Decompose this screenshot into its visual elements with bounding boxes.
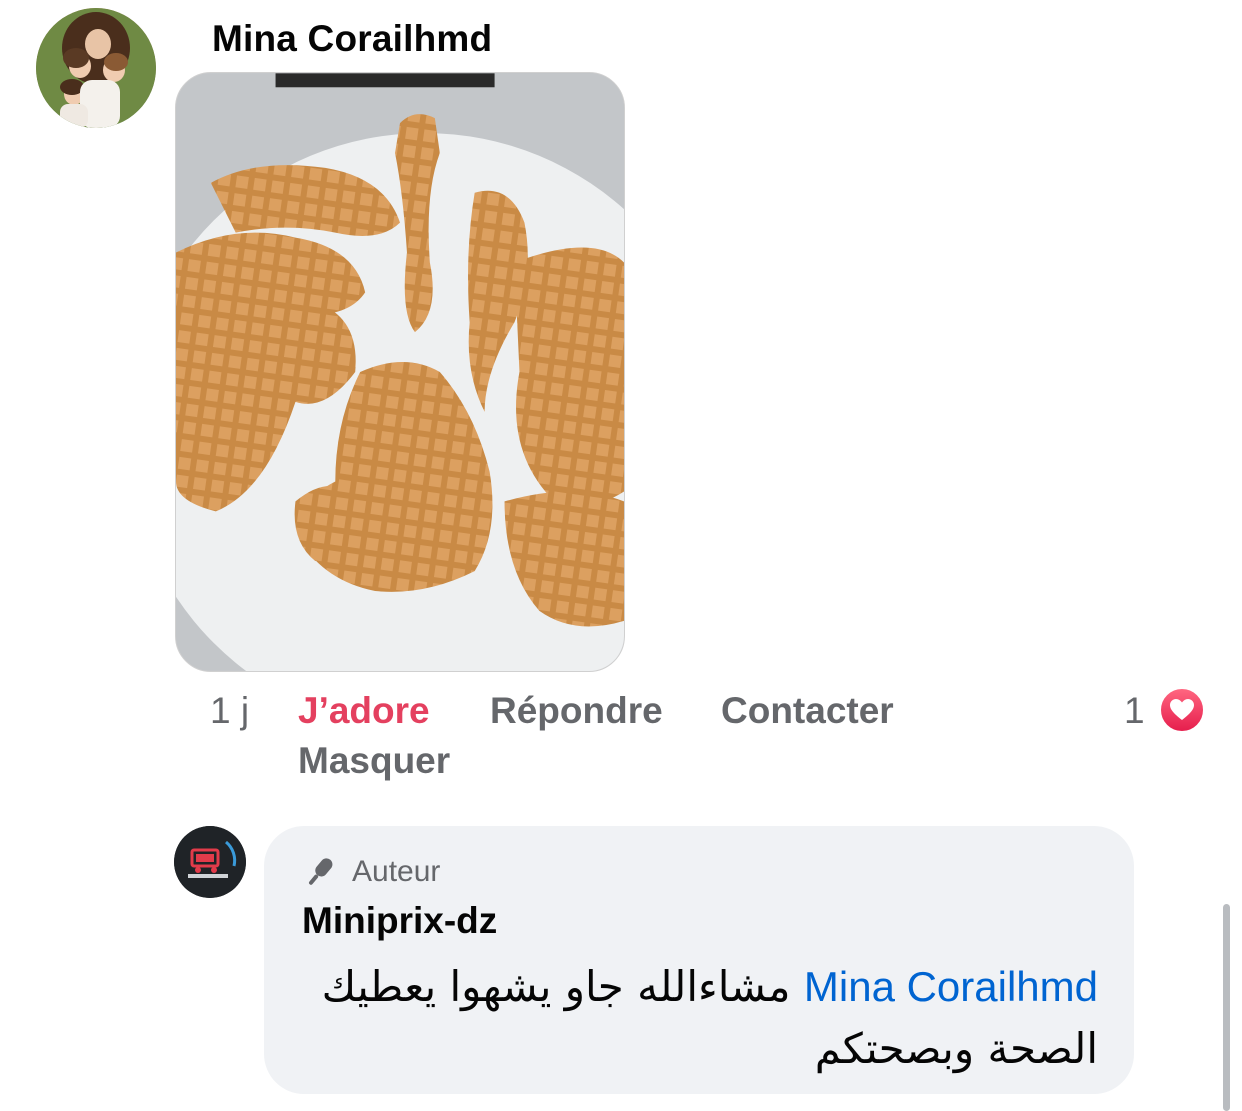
- waffles-photo-icon: [176, 73, 624, 671]
- reply-bubble: Auteur Miniprix-dz Mina Corailhmd مشاءال…: [264, 826, 1134, 1094]
- reaction-count[interactable]: 1: [1124, 690, 1145, 732]
- reply-text: Mina Corailhmd مشاءالله جاو يشهوا يعطيك …: [302, 956, 1098, 1080]
- heart-glyph-icon: [1170, 699, 1194, 720]
- scrollbar[interactable]: [1223, 904, 1230, 1111]
- heart-icon[interactable]: [1158, 686, 1206, 734]
- shop-logo-icon: [174, 826, 246, 898]
- reply-author-name[interactable]: Miniprix-dz: [302, 900, 497, 942]
- like-button[interactable]: J’adore: [298, 690, 430, 732]
- hide-button[interactable]: Masquer: [298, 740, 450, 782]
- comment-timestamp: 1 j: [210, 690, 250, 731]
- reply-button[interactable]: Répondre: [490, 690, 663, 732]
- author-badge-label: Auteur: [352, 855, 441, 888]
- comment-author-name[interactable]: Mina Corailhmd: [212, 18, 492, 60]
- microphone-icon: [309, 858, 333, 885]
- profile-photo-icon: [36, 8, 156, 128]
- contact-button[interactable]: Contacter: [721, 690, 894, 732]
- comment-photo[interactable]: [175, 72, 625, 672]
- reply-author-avatar[interactable]: [174, 826, 246, 898]
- comment-actions: 1 j J’adore Répondre Contacter Masquer 1: [0, 688, 1242, 788]
- comment-author-avatar[interactable]: [36, 8, 156, 128]
- author-badge: Auteur: [302, 854, 440, 890]
- mention-link[interactable]: Mina Corailhmd: [804, 963, 1098, 1010]
